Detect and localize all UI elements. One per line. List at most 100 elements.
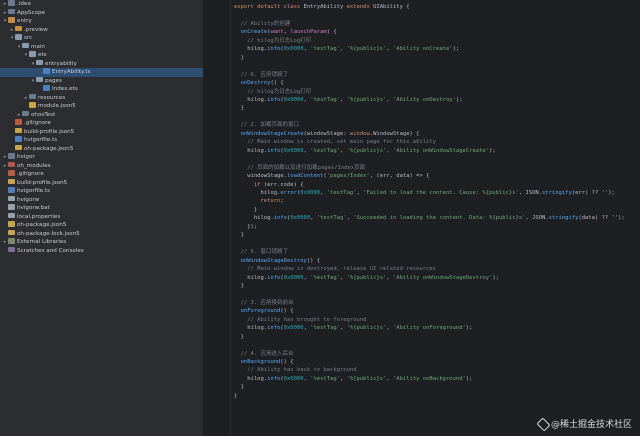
tree-item[interactable]: local.properties — [0, 212, 203, 222]
tree-item[interactable]: ▸ oh_modules — [0, 161, 203, 171]
tree-item[interactable]: oh-package-lock.json5 — [0, 229, 203, 239]
code-line[interactable] — [234, 155, 640, 163]
code-token: ); — [452, 46, 460, 53]
code-token: 'testTag' — [310, 96, 340, 103]
code-line[interactable] — [234, 341, 640, 349]
code-line[interactable]: return; — [234, 197, 640, 205]
code-line[interactable]: // Main window is created, set main page… — [234, 138, 640, 146]
code-line[interactable]: export default class EntryAbility extend… — [234, 3, 640, 11]
tree-item[interactable]: ▾ src — [0, 34, 203, 43]
tree-item[interactable]: ▾ pages — [0, 76, 203, 86]
tree-item[interactable]: Scratches and Consoles — [0, 246, 203, 256]
tree-item[interactable]: Index.ets — [0, 85, 203, 94]
code-line[interactable]: hilog.info(0x0000, 'testTag', '%{public}… — [234, 147, 640, 155]
code-line[interactable]: // 5. 窗口销毁了 — [234, 248, 640, 256]
tree-item[interactable]: hvigorfile.ts — [0, 136, 203, 145]
tree-item[interactable]: .gitignore — [0, 170, 203, 179]
code-line[interactable]: onWindowStageDestroy() { — [234, 257, 640, 265]
watermark: @稀土掘金技术社区 — [537, 417, 632, 430]
code-line[interactable] — [234, 62, 640, 70]
tree-item[interactable]: oh-package.json5 — [0, 144, 203, 154]
tree-item[interactable]: oh-package.json5 — [0, 221, 203, 230]
code-line[interactable] — [234, 290, 640, 298]
code-line[interactable]: } — [234, 282, 640, 290]
code-line[interactable]: hilog.info(0x0000, 'testTag', 'Succeeded… — [234, 214, 640, 222]
code-editor[interactable]: export default class EntryAbility extend… — [204, 0, 640, 436]
tree-item[interactable]: build-profile.json5 — [0, 178, 203, 188]
tree-item[interactable]: ▸ AppScope — [0, 8, 203, 18]
code-token: 0x0000 — [283, 46, 304, 53]
code-line[interactable]: // hilog为日志Log打印 — [234, 37, 640, 45]
code-line[interactable]: windowStage.loadContent('pages/Index', (… — [234, 172, 640, 180]
code-line[interactable] — [234, 113, 640, 121]
code-line[interactable]: hilog.error(0x0000, 'testTag', 'Failed t… — [234, 189, 640, 197]
tree-item[interactable]: ▾ entry — [0, 17, 203, 26]
code-token: error — [280, 189, 297, 196]
code-line[interactable]: // Ability的创建 — [234, 20, 640, 28]
code-line[interactable]: onBackground() { — [234, 358, 640, 366]
code-line[interactable]: hilog.info(0x0000, 'testTag', '%{public}… — [234, 45, 640, 53]
code-line[interactable]: hilog.info(0x0000, 'testTag', '%{public}… — [234, 375, 640, 383]
tree-item[interactable]: hvigorfile.ts — [0, 187, 203, 196]
module-red-icon — [8, 161, 15, 167]
code-line[interactable]: } — [234, 206, 640, 214]
tree-item-label: ets — [38, 52, 47, 58]
code-line[interactable] — [234, 240, 640, 248]
tree-item[interactable]: module.json5 — [0, 102, 203, 111]
code-line[interactable]: onDestroy() { — [234, 79, 640, 87]
code-token: // hilog为日志Log打印 — [234, 88, 312, 95]
code-token: 'Ability onForeground' — [393, 325, 466, 332]
code-line[interactable]: // 6. 应用销毁了 — [234, 71, 640, 79]
code-token: , JSON. — [525, 215, 549, 222]
code-line[interactable] — [234, 11, 640, 19]
tree-item[interactable]: hvigorw — [0, 195, 203, 205]
tree-item[interactable]: ▸ .preview — [0, 25, 203, 35]
code-line[interactable]: } — [234, 104, 640, 112]
tree-item[interactable]: ▾ main — [0, 42, 203, 52]
code-line[interactable]: // 页面的加载以及进行加载pages/Index页面 — [234, 164, 640, 172]
code-line[interactable]: onCreate(want, launchParam) { — [234, 28, 640, 36]
project-tree[interactable]: ▸ .idea ▸ AppScope ▾ entry ▸ .preview ▾ src ▾ main ▾… — [0, 0, 204, 436]
code-line[interactable]: }); — [234, 223, 640, 231]
folder-icon — [29, 93, 36, 99]
code-line[interactable]: hilog.info(0x0000, 'testTag', '%{public}… — [234, 324, 640, 332]
code-line[interactable]: } — [234, 392, 640, 400]
code-line[interactable]: // 2. 加载页面的窗口 — [234, 121, 640, 129]
code-line[interactable]: onForeground() { — [234, 307, 640, 315]
tree-item[interactable]: ▾ entryability — [0, 59, 203, 69]
tree-item[interactable]: .gitignore — [0, 119, 203, 128]
code-token: } — [234, 54, 244, 61]
code-line[interactable]: // hilog为日志Log打印 — [234, 88, 640, 96]
code-line[interactable]: hilog.info(0x0000, 'testTag', '%{public}… — [234, 274, 640, 282]
code-token: info — [267, 274, 281, 281]
code-line[interactable]: // 3. 应用換到前台 — [234, 299, 640, 307]
tree-item[interactable]: ▸ .idea — [0, 0, 203, 9]
tree-item[interactable]: ▸ resources — [0, 93, 203, 103]
code-line[interactable]: // Ability has back to background — [234, 366, 640, 374]
file-ts-icon — [15, 136, 22, 142]
file-git-icon — [8, 170, 15, 176]
code-line[interactable]: } — [234, 383, 640, 391]
code-line[interactable]: // Ability has brought to foreground — [234, 316, 640, 324]
code-line[interactable]: } — [234, 231, 640, 239]
code-token: info — [267, 375, 281, 382]
tree-item[interactable]: ▾ ets — [0, 51, 203, 60]
tree-item[interactable]: ▸ ohosTest — [0, 110, 203, 120]
file-json-icon — [8, 229, 15, 235]
code-line[interactable]: if (err.code) { — [234, 181, 640, 189]
code-line[interactable]: } — [234, 333, 640, 341]
code-line[interactable]: // Main window is destroyed, release UI … — [234, 265, 640, 273]
code-line[interactable]: // 4. 应用进入后台 — [234, 350, 640, 358]
tree-item-label: hvigorw — [17, 196, 40, 203]
code-line[interactable]: onWindowStageCreate(windowStage: window.… — [234, 130, 640, 138]
tree-item[interactable]: ▸ External Libraries — [0, 238, 203, 247]
tree-item[interactable]: ▸ hvigor — [0, 153, 203, 162]
tree-item[interactable]: EntryAbility.ts — [0, 68, 203, 77]
tree-item[interactable]: build-profile.json5 — [0, 127, 203, 137]
code-token: , — [386, 325, 393, 332]
code-token: , — [386, 274, 393, 281]
code-area[interactable]: export default class EntryAbility extend… — [234, 3, 640, 400]
tree-item[interactable]: hvigorw.bat — [0, 204, 203, 213]
code-line[interactable]: hilog.info(0x0000, 'testTag', '%{public}… — [234, 96, 640, 104]
code-line[interactable]: } — [234, 54, 640, 62]
